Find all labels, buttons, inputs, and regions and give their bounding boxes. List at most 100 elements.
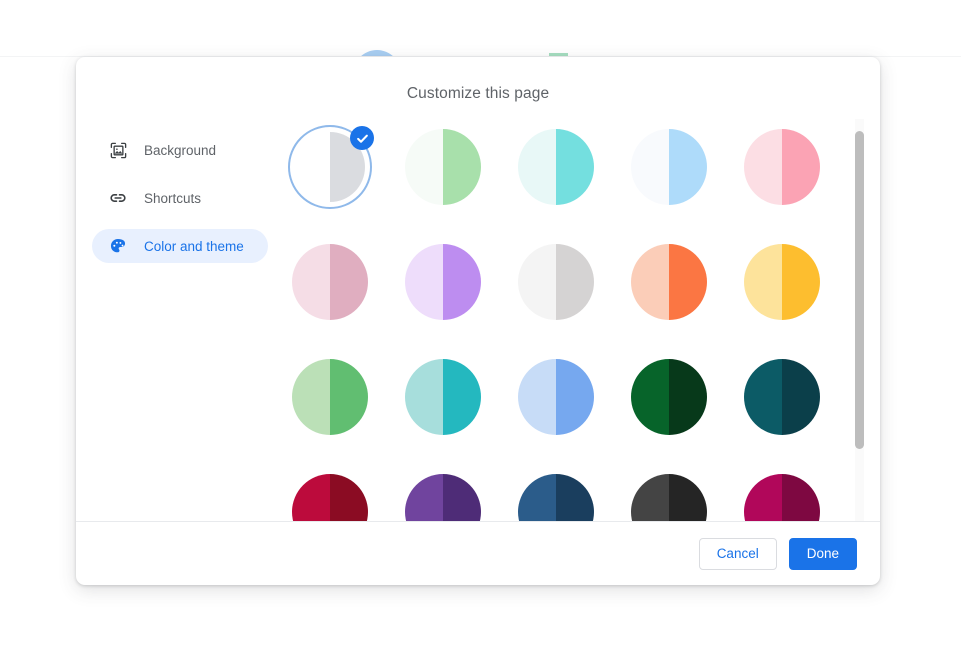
sidebar-item-background[interactable]: Background: [92, 133, 268, 167]
theme-swatch-circle: [292, 244, 368, 320]
theme-swatch-coral-orange[interactable]: [627, 240, 740, 355]
theme-swatch-charcoal-grey[interactable]: [627, 470, 740, 521]
theme-swatch-ring: [740, 470, 824, 521]
theme-swatch-aqua-turquoise[interactable]: [514, 125, 627, 240]
theme-swatch-dark-half: [443, 359, 481, 435]
theme-swatch-dusty-rose[interactable]: [288, 240, 401, 355]
theme-swatch-circle: [405, 244, 481, 320]
theme-swatch-light-half: [518, 359, 556, 435]
theme-swatch-light-half: [518, 474, 556, 521]
theme-swatch-amber-yellow[interactable]: [740, 240, 853, 355]
theme-swatch-ring: [288, 125, 374, 209]
theme-swatch-circle: [518, 474, 594, 521]
sidebar-item-color-and-theme[interactable]: Color and theme: [92, 229, 268, 263]
theme-swatch-ring: [627, 125, 711, 209]
theme-swatch-ring: [514, 125, 598, 209]
theme-swatch-dark-half: [443, 244, 481, 320]
theme-swatch-navy-blue[interactable]: [514, 470, 627, 521]
theme-swatch-dark-half: [669, 244, 707, 320]
theme-swatch-light-half: [405, 244, 443, 320]
new-tab-page-root: Customize this page Background Shortcuts C…: [0, 0, 961, 655]
theme-swatch-dark-half: [782, 359, 820, 435]
theme-swatch-light-half: [631, 359, 669, 435]
theme-swatch-forest-green[interactable]: [627, 355, 740, 470]
theme-swatch-scroll-area[interactable]: [282, 119, 880, 521]
theme-swatch-circle: [631, 129, 707, 205]
theme-swatch-ring: [401, 470, 485, 521]
theme-swatch-dark-half: [556, 244, 594, 320]
theme-swatch-grid: [282, 125, 853, 521]
selected-check-icon: [350, 126, 374, 150]
theme-swatch-ring: [514, 240, 598, 324]
theme-swatch-circle: [518, 244, 594, 320]
theme-swatch-light-half: [744, 129, 782, 205]
background-page-content: [0, 0, 961, 60]
theme-swatch-dark-half: [443, 474, 481, 521]
theme-swatch-dark-half: [330, 474, 368, 521]
link-icon: [108, 188, 128, 208]
theme-swatch-ring: [288, 470, 372, 521]
theme-swatch-ring: [627, 355, 711, 439]
theme-swatch-circle: [405, 129, 481, 205]
theme-swatch-dark-half: [443, 129, 481, 205]
theme-swatch-ring: [627, 240, 711, 324]
theme-swatch-cornflower-blue[interactable]: [514, 355, 627, 470]
theme-swatch-mint-green[interactable]: [401, 125, 514, 240]
theme-swatch-light-half: [631, 244, 669, 320]
theme-swatch-circle: [631, 474, 707, 521]
theme-swatch-royal-purple[interactable]: [401, 470, 514, 521]
theme-swatch-circle: [744, 244, 820, 320]
theme-scrollbar-thumb[interactable]: [855, 131, 864, 449]
theme-swatch-light-half: [292, 359, 330, 435]
theme-swatch-dark-half: [782, 244, 820, 320]
dialog-footer: Cancel Done: [76, 522, 880, 585]
theme-swatch-light-half: [292, 244, 330, 320]
theme-swatch-ring: [401, 125, 485, 209]
theme-swatch-circle: [631, 244, 707, 320]
theme-swatch-dark-half: [330, 359, 368, 435]
theme-swatch-circle: [292, 359, 368, 435]
cancel-button[interactable]: Cancel: [698, 537, 777, 570]
theme-swatch-light-half: [744, 359, 782, 435]
sidebar-item-label: Shortcuts: [144, 190, 202, 206]
theme-swatch-teal-cyan[interactable]: [401, 355, 514, 470]
theme-swatch-ring: [401, 240, 485, 324]
theme-swatch-ring: [740, 355, 824, 439]
theme-swatch-light-half: [295, 132, 330, 202]
theme-swatch-dark-half: [669, 359, 707, 435]
theme-swatch-light-half: [631, 129, 669, 205]
theme-swatch-dark-half: [782, 474, 820, 521]
theme-swatch-ring: [288, 240, 372, 324]
theme-swatch-blush-pink[interactable]: [740, 125, 853, 240]
theme-swatch-ring: [401, 355, 485, 439]
theme-swatch-default-white[interactable]: [288, 125, 401, 240]
theme-swatch-light-half: [518, 129, 556, 205]
theme-swatch-dark-half: [782, 129, 820, 205]
theme-swatch-light-half: [405, 359, 443, 435]
theme-swatch-deep-teal[interactable]: [740, 355, 853, 470]
theme-swatch-circle: [744, 129, 820, 205]
theme-swatch-magenta-plum[interactable]: [740, 470, 853, 521]
theme-swatch-dark-half: [669, 474, 707, 521]
theme-swatch-sage-green[interactable]: [288, 355, 401, 470]
dialog-sidebar: Background Shortcuts Color and theme: [76, 133, 276, 277]
theme-swatch-light-half: [405, 129, 443, 205]
theme-swatch-light-grey[interactable]: [514, 240, 627, 355]
theme-swatch-ring: [740, 125, 824, 209]
theme-swatch-light-half: [292, 474, 330, 521]
theme-swatch-light-half: [518, 244, 556, 320]
theme-swatch-light-half: [744, 474, 782, 521]
theme-swatch-lavender[interactable]: [401, 240, 514, 355]
image-icon: [108, 140, 128, 160]
theme-swatch-circle: [631, 359, 707, 435]
done-button[interactable]: Done: [788, 537, 857, 570]
theme-swatch-dark-half: [556, 359, 594, 435]
sidebar-item-shortcuts[interactable]: Shortcuts: [92, 181, 268, 215]
theme-swatch-dark-half: [669, 129, 707, 205]
theme-swatch-circle: [518, 129, 594, 205]
theme-swatch-sky-blue[interactable]: [627, 125, 740, 240]
theme-swatch-ring: [514, 355, 598, 439]
theme-swatch-ring: [288, 355, 372, 439]
theme-swatch-crimson-red[interactable]: [288, 470, 401, 521]
customize-page-dialog: Customize this page Background Shortcuts C…: [76, 57, 880, 585]
